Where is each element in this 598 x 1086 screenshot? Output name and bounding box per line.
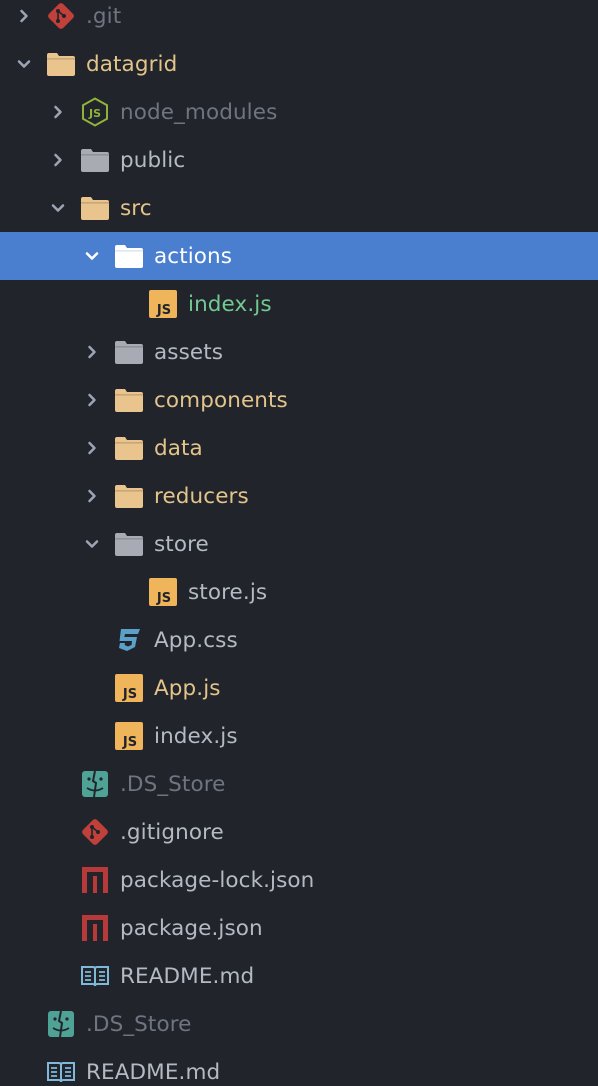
git-icon xyxy=(80,817,110,847)
tree-item-src[interactable]: src xyxy=(0,184,598,232)
chevron-down-icon[interactable] xyxy=(80,232,104,280)
js-file-icon: JS xyxy=(114,673,144,703)
tree-item-data[interactable]: data xyxy=(0,424,598,472)
tree-item-readme-inner[interactable]: README.md xyxy=(0,952,598,1000)
chevron-right-icon[interactable] xyxy=(80,424,104,472)
tree-item-ds-store-root[interactable]: .DS_Store xyxy=(0,1000,598,1048)
tree-item-store[interactable]: store xyxy=(0,520,598,568)
folder-icon xyxy=(80,145,110,175)
tree-item-label: .git xyxy=(86,3,122,29)
tree-item-node-modules[interactable]: JS node_modules xyxy=(0,88,598,136)
tree-item-label: package-lock.json xyxy=(120,867,315,893)
book-icon xyxy=(46,1057,76,1086)
folder-icon xyxy=(114,481,144,511)
tree-item-label: index.js xyxy=(188,291,272,317)
tree-item-label: .DS_Store xyxy=(86,1011,192,1037)
tree-item-label: store.js xyxy=(188,579,268,605)
tree-item-actions[interactable]: actions xyxy=(0,232,598,280)
tree-item-label: node_modules xyxy=(120,99,278,125)
chevron-right-icon[interactable] xyxy=(46,88,70,136)
tree-item-datagrid[interactable]: datagrid xyxy=(0,40,598,88)
css-file-icon xyxy=(114,625,144,655)
chevron-right-icon[interactable] xyxy=(80,328,104,376)
tree-item-label: App.js xyxy=(154,675,221,701)
chevron-right-icon[interactable] xyxy=(80,376,104,424)
tree-item-label: .DS_Store xyxy=(120,771,226,797)
folder-icon xyxy=(80,193,110,223)
tree-item-gitignore[interactable]: .gitignore xyxy=(0,808,598,856)
svg-text:JS: JS xyxy=(156,591,171,606)
svg-text:JS: JS xyxy=(88,107,101,120)
tree-item-label: package.json xyxy=(120,915,263,941)
npm-icon xyxy=(80,913,110,943)
tree-item-label: components xyxy=(154,387,288,413)
finder-icon xyxy=(80,769,110,799)
npm-icon xyxy=(80,865,110,895)
tree-item-public[interactable]: public xyxy=(0,136,598,184)
tree-item-assets[interactable]: assets xyxy=(0,328,598,376)
chevron-right-icon[interactable] xyxy=(80,472,104,520)
tree-item-label: README.md xyxy=(120,963,255,989)
folder-icon xyxy=(114,241,144,271)
tree-item-label: .gitignore xyxy=(120,819,224,845)
finder-icon xyxy=(46,1009,76,1039)
chevron-down-icon[interactable] xyxy=(80,520,104,568)
chevron-down-icon[interactable] xyxy=(46,184,70,232)
tree-item-label: reducers xyxy=(154,483,249,509)
js-file-icon: JS xyxy=(148,577,178,607)
chevron-right-icon[interactable] xyxy=(12,0,36,40)
folder-icon xyxy=(114,529,144,559)
tree-item-label: assets xyxy=(154,339,224,365)
book-icon xyxy=(80,961,110,991)
svg-text:JS: JS xyxy=(156,303,171,318)
tree-item-reducers[interactable]: reducers xyxy=(0,472,598,520)
tree-item-app-css[interactable]: App.css xyxy=(0,616,598,664)
tree-item-store-js[interactable]: JS store.js xyxy=(0,568,598,616)
nodejs-icon: JS xyxy=(80,97,110,127)
folder-icon xyxy=(114,433,144,463)
tree-item-label: index.js xyxy=(154,723,238,749)
tree-item-label: data xyxy=(154,435,203,461)
svg-text:JS: JS xyxy=(122,687,137,702)
tree-item-readme-root[interactable]: README.md xyxy=(0,1048,598,1086)
tree-item-ds-store-inner[interactable]: .DS_Store xyxy=(0,760,598,808)
folder-icon xyxy=(46,49,76,79)
tree-item-package-lock[interactable]: package-lock.json xyxy=(0,856,598,904)
tree-item-label: public xyxy=(120,147,186,173)
svg-text:JS: JS xyxy=(122,735,137,750)
chevron-down-icon[interactable] xyxy=(12,40,36,88)
tree-item-package-json[interactable]: package.json xyxy=(0,904,598,952)
tree-item-src-index-js[interactable]: JS index.js xyxy=(0,712,598,760)
folder-icon xyxy=(114,385,144,415)
tree-item-app-js[interactable]: JS App.js xyxy=(0,664,598,712)
tree-item-git[interactable]: .git xyxy=(0,0,598,40)
tree-item-label: actions xyxy=(154,243,233,269)
tree-item-label: datagrid xyxy=(86,51,178,77)
tree-item-label: src xyxy=(120,195,152,221)
tree-item-label: store xyxy=(154,531,209,557)
chevron-right-icon[interactable] xyxy=(46,136,70,184)
tree-item-label: App.css xyxy=(154,627,238,653)
file-tree: .git datagrid JS node_modulespublic src actio… xyxy=(0,0,598,1086)
git-icon xyxy=(46,1,76,31)
js-file-icon: JS xyxy=(148,289,178,319)
tree-item-components[interactable]: components xyxy=(0,376,598,424)
tree-item-actions-index-js[interactable]: JS index.js xyxy=(0,280,598,328)
tree-item-label: README.md xyxy=(86,1059,221,1085)
folder-icon xyxy=(114,337,144,367)
js-file-icon: JS xyxy=(114,721,144,751)
